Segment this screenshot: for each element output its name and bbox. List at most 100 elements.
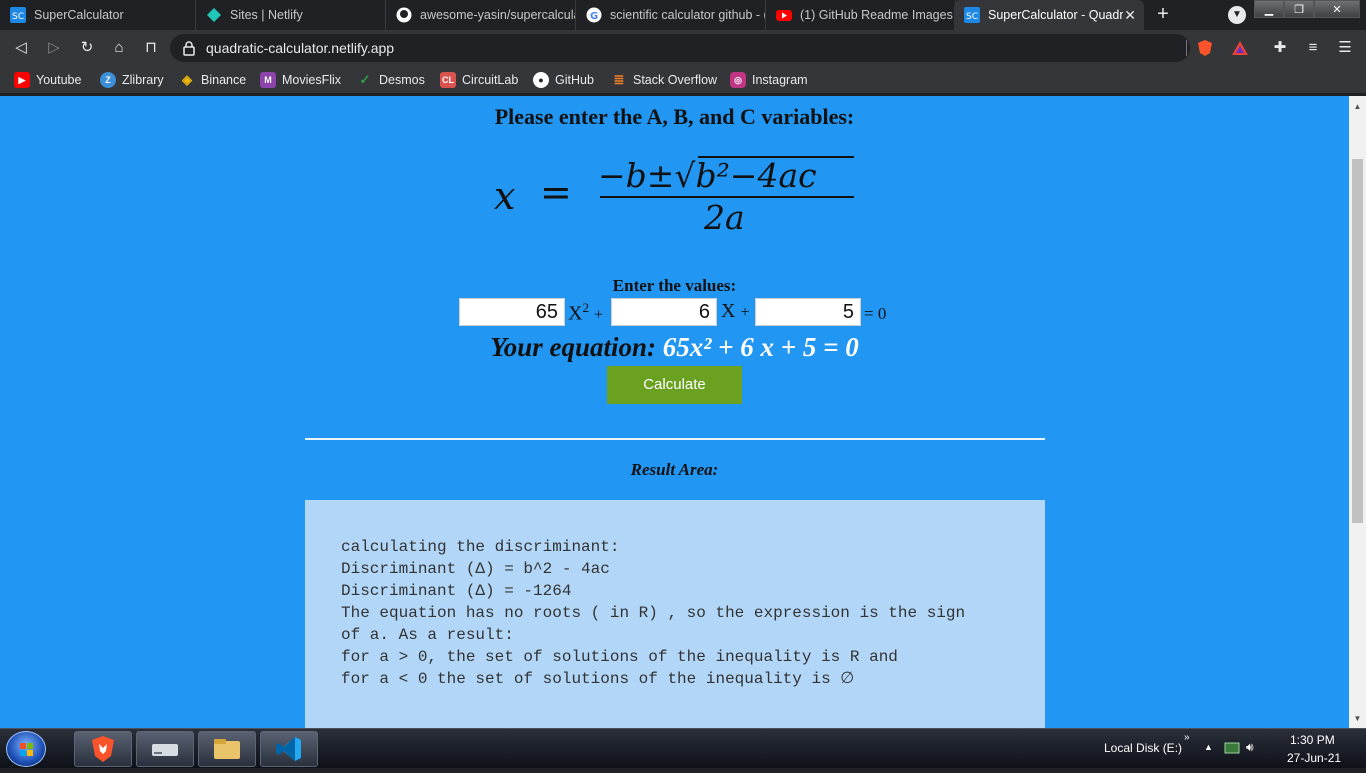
close-tab-icon[interactable]: ✕ xyxy=(1124,7,1136,24)
result-line: for a > 0, the set of solutions of the i… xyxy=(341,648,898,666)
scroll-down-icon[interactable]: ▼ xyxy=(1353,714,1362,723)
result-text: calculating the discriminant: Discrimina… xyxy=(341,536,965,690)
bookmark-binance[interactable]: ◈ Binance xyxy=(179,72,246,88)
tab-github[interactable]: awesome-yasin/supercalcula xyxy=(386,0,576,30)
tab-title: scientific calculator github - ( xyxy=(610,8,765,22)
tab-supercalculator-quadratic[interactable]: SC SuperCalculator - Quadr ✕ xyxy=(954,0,1144,30)
x-squared-exponent: 2 xyxy=(582,300,589,315)
bookmark-label: Youtube xyxy=(36,73,82,87)
tab-title: Sites | Netlify xyxy=(230,8,303,22)
coefficient-a-input[interactable]: 65 xyxy=(459,298,565,326)
file-explorer-icon[interactable] xyxy=(198,731,256,767)
result-area-label: Result Area: xyxy=(630,460,719,479)
page-viewport: Please enter the A, B, and C variables: … xyxy=(0,96,1349,728)
maximize-button[interactable]: ❐ xyxy=(1284,0,1314,18)
tab-supercalculator[interactable]: SC SuperCalculator xyxy=(0,0,196,30)
your-equation: Your equation: 65x² + 6 x + 5 = 0 xyxy=(0,332,1349,363)
address-bar[interactable]: quadratic-calculator.netlify.app xyxy=(170,34,1190,62)
svg-text:SC: SC xyxy=(966,12,978,22)
bookmark-label: Zlibrary xyxy=(122,73,164,87)
tab-strip: SC SuperCalculator Sites | Netlify aweso… xyxy=(0,0,1366,30)
brave-icon[interactable] xyxy=(74,731,132,767)
zlibrary-icon: Z xyxy=(100,72,116,88)
result-line: of a. As a result: xyxy=(341,626,514,644)
toolbar-separator xyxy=(1186,40,1187,56)
tab-youtube[interactable]: (1) GitHub Readme Images T xyxy=(766,0,956,30)
bookmark-youtube[interactable]: ▶ Youtube xyxy=(14,72,81,88)
result-line: Discriminant (Δ) = -1264 xyxy=(341,582,572,600)
formula-numerator-prefix: −b±√ xyxy=(598,156,696,195)
bookmarks-bar: ▶ Youtube Z Zlibrary ◈ Binance M MoviesFlix … xyxy=(0,66,1366,94)
forward-icon[interactable]: ▷ xyxy=(45,39,63,57)
bookmark-label: GitHub xyxy=(555,73,594,87)
bookmark-circuitlab[interactable]: CL CircuitLab xyxy=(440,72,518,88)
supercalculator-favicon: SC xyxy=(964,7,980,23)
brave-shields-icon[interactable] xyxy=(1196,39,1214,57)
coefficient-b-input[interactable]: 6 xyxy=(611,298,717,326)
volume-icon[interactable]: 🔊︎ xyxy=(1246,740,1254,755)
clock-date[interactable]: 27-Jun-21 xyxy=(1287,751,1341,765)
network-icon[interactable] xyxy=(1224,740,1240,759)
your-equation-label: Your equation: xyxy=(490,332,657,362)
result-line: Discriminant (Δ) = b^2 - 4ac xyxy=(341,560,610,578)
bookmark-label: Binance xyxy=(201,73,247,87)
tray-local-disk[interactable]: Local Disk (E:) xyxy=(1104,741,1182,755)
formula-denominator: 2a xyxy=(704,198,745,237)
radical-bar xyxy=(698,156,854,158)
reload-icon[interactable]: ↻ xyxy=(78,39,96,57)
bookmark-label: CircuitLab xyxy=(462,73,519,87)
tray-overflow-icon[interactable]: » xyxy=(1184,732,1190,743)
menu-icon[interactable]: ☰ xyxy=(1336,39,1354,57)
url-text: quadratic-calculator.netlify.app xyxy=(206,40,395,56)
formula-equals: = xyxy=(540,170,572,214)
home-icon[interactable]: ⌂ xyxy=(110,39,128,57)
tab-search-icon[interactable]: ▼ xyxy=(1228,6,1246,24)
clock-time[interactable]: 1:30 PM xyxy=(1290,733,1335,747)
netlify-favicon xyxy=(206,7,222,23)
bookmark-instagram[interactable]: ◎ Instagram xyxy=(730,72,808,88)
minimize-button[interactable]: ▁ xyxy=(1254,0,1284,18)
back-icon[interactable]: ◁ xyxy=(12,39,30,57)
scrollbar-thumb[interactable] xyxy=(1352,159,1363,523)
coefficient-c-input[interactable]: 5 xyxy=(755,298,861,326)
windows-taskbar: Local Disk (E:) » ▲ 🔊︎ 1:30 PM 27-Jun-21 xyxy=(0,728,1366,768)
instagram-icon: ◎ xyxy=(730,72,746,88)
brave-rewards-icon[interactable] xyxy=(1231,39,1249,57)
start-button[interactable] xyxy=(6,731,46,767)
bookmark-label: Stack Overflow xyxy=(633,73,718,87)
page-scrollbar[interactable]: ▲ ▼ xyxy=(1349,96,1366,728)
tab-google-search[interactable]: G scientific calculator github - ( xyxy=(576,0,766,30)
binance-icon: ◈ xyxy=(182,72,192,87)
bookmark-github[interactable]: ● GitHub xyxy=(533,72,594,88)
x-squared-term: X2 + xyxy=(568,300,603,326)
tab-netlify[interactable]: Sites | Netlify xyxy=(196,0,386,30)
x-variable: X xyxy=(721,300,736,322)
github-icon: ● xyxy=(533,72,549,88)
new-tab-button[interactable]: + xyxy=(1153,4,1173,24)
plus-sign: + xyxy=(740,304,750,321)
drive-icon[interactable] xyxy=(136,731,194,767)
supercalculator-favicon: SC xyxy=(10,7,26,23)
show-hidden-icons[interactable]: ▲ xyxy=(1204,742,1213,752)
calculate-button[interactable]: Calculate xyxy=(607,366,742,404)
bookmark-desmos[interactable]: ✓ Desmos xyxy=(357,72,425,88)
bookmark-zlibrary[interactable]: Z Zlibrary xyxy=(100,72,164,88)
tab-title: SuperCalculator xyxy=(34,8,124,22)
close-window-button[interactable]: ✕ xyxy=(1314,0,1360,18)
tab-title: (1) GitHub Readme Images T xyxy=(800,8,955,22)
circuitlab-icon: CL xyxy=(440,72,456,88)
bookmark-label: Instagram xyxy=(752,73,808,87)
reading-list-icon[interactable]: ≡ xyxy=(1304,39,1322,57)
scroll-up-icon[interactable]: ▲ xyxy=(1353,102,1362,111)
vscode-icon[interactable] xyxy=(260,731,318,767)
bookmark-stackoverflow[interactable]: ≣ Stack Overflow xyxy=(611,72,718,88)
youtube-favicon xyxy=(776,7,792,23)
extensions-icon[interactable]: ✚ xyxy=(1271,39,1289,57)
formula-lhs: x xyxy=(494,174,516,218)
formula-radicand: b²−4ac xyxy=(695,156,817,195)
plus-sign: + xyxy=(593,306,603,324)
result-line: The equation has no roots ( in R) , so t… xyxy=(341,604,966,622)
desmos-icon: ✓ xyxy=(359,72,371,87)
bookmark-moviesflix[interactable]: M MoviesFlix xyxy=(260,72,341,88)
bookmark-icon[interactable]: ⊓ xyxy=(142,39,160,57)
